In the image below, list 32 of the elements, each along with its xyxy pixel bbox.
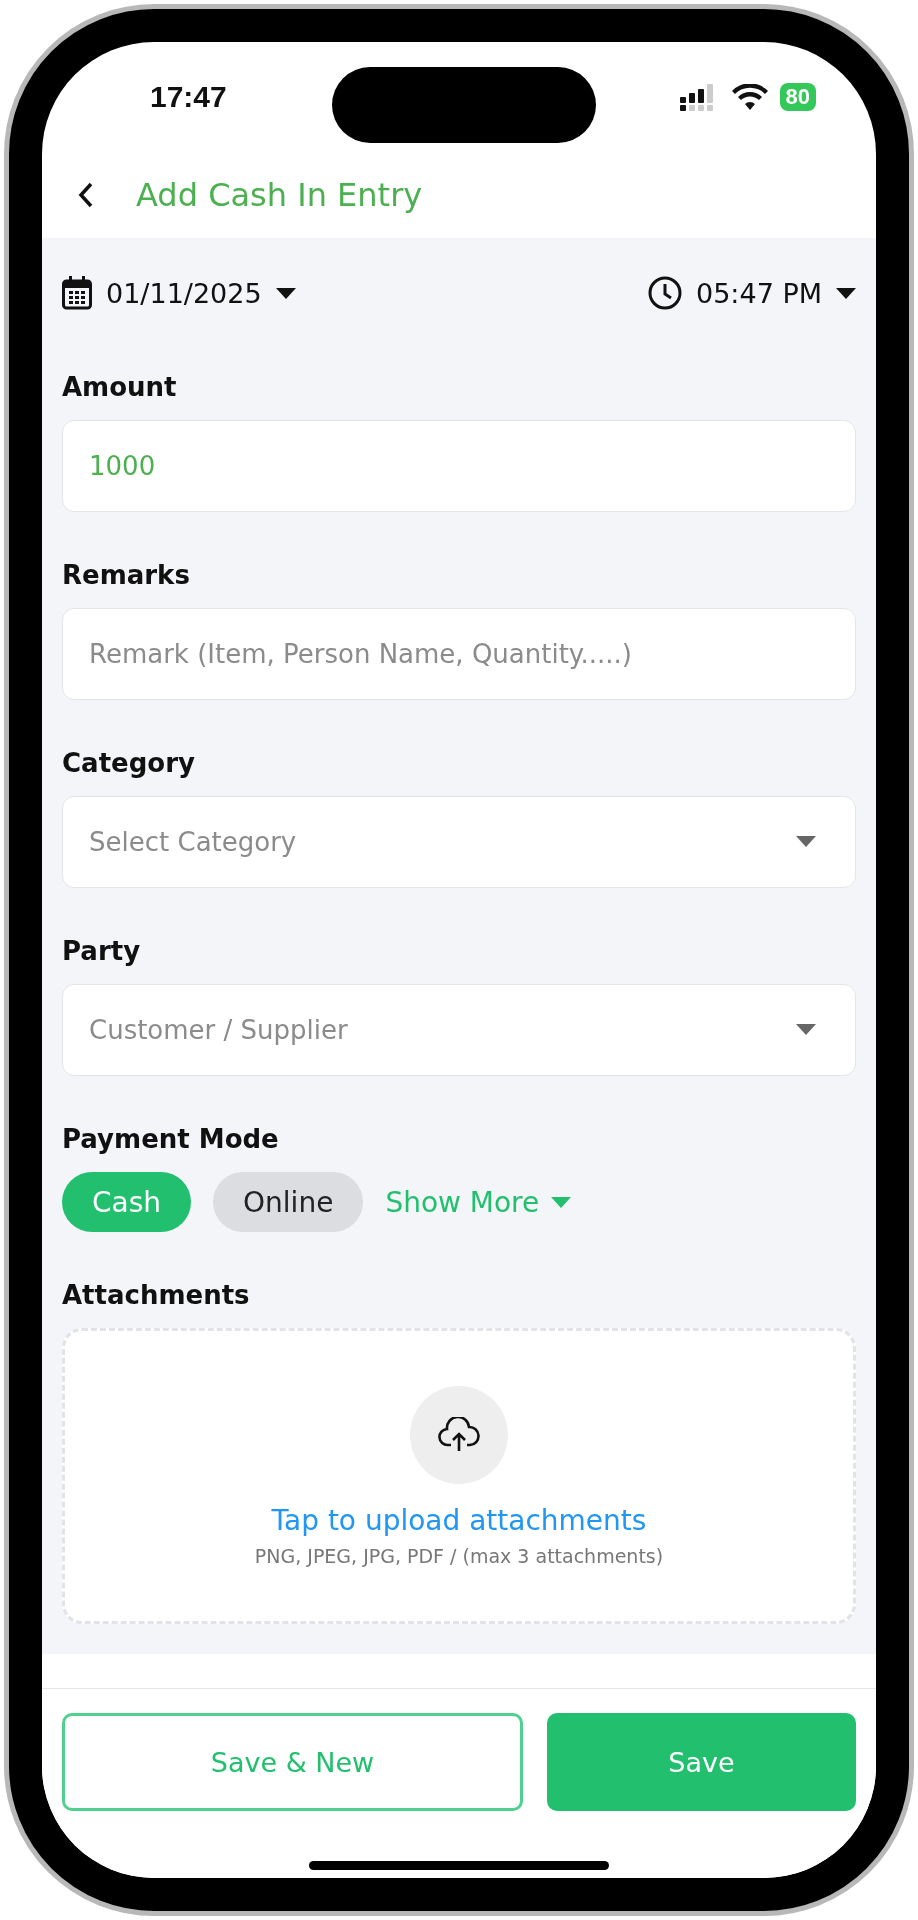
back-icon[interactable]	[78, 182, 94, 208]
battery-level: 80	[779, 83, 816, 111]
date-dropdown-icon	[275, 287, 296, 299]
upload-area[interactable]: Tap to upload attachments PNG, JPEG, JPG, PDF / (max 3 attachments)	[62, 1328, 856, 1624]
show-more-button[interactable]: Show More	[385, 1185, 572, 1219]
time-dropdown-icon	[836, 287, 856, 299]
field-label: Amount	[62, 372, 178, 402]
select-field[interactable]: Customer / Supplier	[62, 984, 856, 1076]
clock-icon	[648, 276, 682, 310]
field-label: Attachments	[62, 1280, 251, 1310]
status-time: 17:47	[150, 80, 227, 114]
caret-icon	[796, 1024, 816, 1035]
payment-mode-chip[interactable]: Cash	[62, 1172, 192, 1232]
field-label: Party	[62, 936, 142, 966]
input-field[interactable]: 1000	[62, 420, 856, 512]
field-label: Payment Mode	[62, 1124, 280, 1154]
calendar-icon	[62, 276, 92, 310]
field-label: Category	[62, 748, 196, 778]
page-title: Add Cash In Entry	[136, 176, 423, 214]
time-value[interactable]: 05:47 PM	[696, 277, 822, 309]
save-button[interactable]: Save	[547, 1713, 856, 1811]
payment-mode-chip[interactable]: Online	[213, 1172, 364, 1232]
date-value[interactable]: 01/11/2025	[106, 277, 262, 309]
save-new-button[interactable]: Save & New	[62, 1713, 523, 1811]
caret-icon	[551, 1196, 572, 1208]
wifi-icon	[731, 84, 768, 110]
caret-icon	[796, 836, 816, 847]
upload-hint: PNG, JPEG, JPG, PDF / (max 3 attachments)	[254, 1544, 664, 1567]
input-field[interactable]: Remark (Item, Person Name, Quantity.....)	[62, 608, 856, 700]
select-field[interactable]: Select Category	[62, 796, 856, 888]
field-label: Remarks	[62, 560, 191, 590]
upload-link[interactable]: Tap to upload attachments	[271, 1503, 647, 1537]
